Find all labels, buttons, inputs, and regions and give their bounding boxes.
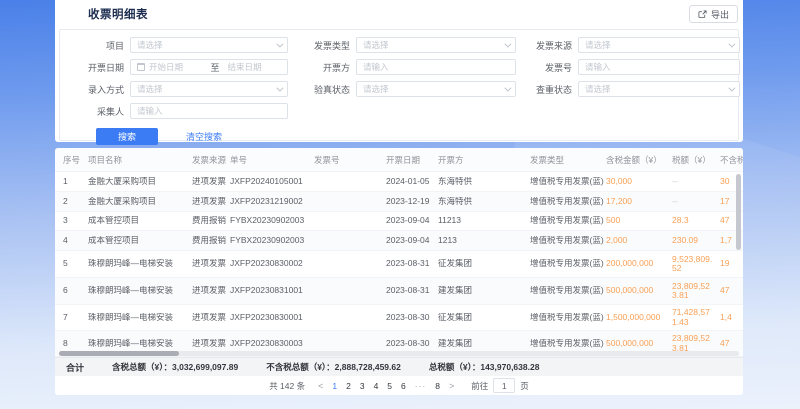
- summary-excl-tax: 不含税总额（¥）：2,888,728,459.62: [266, 361, 401, 373]
- prev-page-button[interactable]: <: [318, 381, 323, 391]
- search-button[interactable]: 搜索: [96, 128, 158, 145]
- summary-row: 合计 含税总额（¥）：3,032,699,097.89 不含税总额（¥）：2,8…: [55, 357, 743, 376]
- export-icon: [698, 10, 707, 19]
- header-issuer: 开票方: [438, 154, 530, 166]
- invoice-type-label: 发票类型: [292, 39, 350, 52]
- title-bar: 收票明细表 导出: [55, 0, 743, 28]
- invoice-date-range-picker[interactable]: 开始日期 至 结束日期: [130, 59, 288, 75]
- verify-status-select[interactable]: 请选择: [356, 81, 516, 97]
- horizontal-scrollbar-thumb[interactable]: [59, 351, 179, 356]
- chevron-down-icon: [276, 40, 283, 47]
- page-number-3[interactable]: 3: [360, 381, 365, 391]
- issuer-label: 开票方: [292, 61, 350, 74]
- dup-status-label: 查重状态: [520, 83, 572, 96]
- table-row[interactable]: 4 成本管控项目 费用报销 FYBX20230902003 2023-09-04…: [55, 231, 743, 251]
- invoice-source-label: 发票来源: [520, 39, 572, 52]
- page-number-4[interactable]: 4: [374, 381, 379, 391]
- chevron-down-icon: [728, 84, 735, 91]
- header-tax: 税额（¥）: [672, 154, 720, 166]
- invoice-type-select[interactable]: 请选择: [356, 37, 516, 53]
- summary-total-tax: 总税额（¥）：143,970,638.28: [429, 361, 540, 373]
- page-number-6[interactable]: 6: [401, 381, 406, 391]
- export-label: 导出: [711, 8, 729, 21]
- header-invoice-no: 发票号: [314, 154, 386, 166]
- table-row[interactable]: 2 金融大厦采购项目 进项发票 JXFP20231219002 2023-12-…: [55, 192, 743, 212]
- chevron-down-icon: [276, 84, 283, 91]
- page-jump: 前往 页: [471, 378, 529, 393]
- invoice-date-label: 开票日期: [62, 61, 124, 74]
- issuer-input[interactable]: [356, 59, 516, 75]
- page-number-5[interactable]: 5: [387, 381, 392, 391]
- dup-status-select[interactable]: 请选择: [578, 81, 740, 97]
- verify-status-label: 验真状态: [292, 83, 350, 96]
- header-and-filter-panel: 收票明细表 导出 项目 请选择 发票类型 请选择 发票来源 请选择: [55, 0, 743, 142]
- calendar-icon: [137, 63, 145, 71]
- table-header-row: 序号 项目名称 发票来源 单号 发票号 开票日期 开票方 发票类型 含税金额（¥…: [55, 148, 743, 172]
- page-number-8[interactable]: 8: [435, 381, 440, 391]
- collector-label: 采集人: [62, 105, 124, 118]
- chevron-down-icon: [504, 40, 511, 47]
- page-number-1[interactable]: 1: [332, 381, 337, 391]
- chevron-down-icon: [728, 40, 735, 47]
- table-row[interactable]: 1 金融大厦采购项目 进项发票 JXFP20240105001 2024-01-…: [55, 172, 743, 192]
- invoice-no-input[interactable]: [578, 59, 740, 75]
- vertical-scrollbar[interactable]: [736, 174, 741, 250]
- filter-panel: 项目 请选择 发票类型 请选择 发票来源 请选择 开票日期 开始日期 至: [59, 29, 739, 141]
- table-row[interactable]: 6 珠穆朗玛峰—电梯安装 进项发票 JXFP20230831001 2023-0…: [55, 278, 743, 305]
- table-row[interactable]: 3 成本管控项目 费用报销 FYBX20230902003 2023-09-04…: [55, 212, 743, 231]
- invoice-no-label: 发票号: [520, 61, 572, 74]
- header-idx: 序号: [63, 154, 88, 166]
- invoice-table-panel: 序号 项目名称 发票来源 单号 发票号 开票日期 开票方 发票类型 含税金额（¥…: [55, 148, 743, 395]
- date-range-separator: 至: [203, 61, 228, 74]
- summary-incl-tax: 含税总额（¥）：3,032,699,097.89: [112, 361, 238, 373]
- pagination-ellipsis[interactable]: ···: [415, 381, 427, 391]
- header-date: 开票日期: [386, 154, 438, 166]
- chevron-down-icon: [504, 84, 511, 91]
- page-number-2[interactable]: 2: [346, 381, 351, 391]
- entry-method-label: 录入方式: [62, 83, 124, 96]
- pagination: 共 142 条 < 1 2 3 4 5 6 ··· 8 > 前往 页: [55, 376, 743, 395]
- table-row[interactable]: 5 珠穆朗玛峰—电梯安装 进项发票 JXFP20230830002 2023-0…: [55, 251, 743, 278]
- entry-method-select[interactable]: 请选择: [130, 81, 288, 97]
- header-order: 单号: [230, 154, 314, 166]
- horizontal-scrollbar-track[interactable]: [59, 351, 739, 356]
- clear-search-link[interactable]: 清空搜索: [186, 130, 222, 143]
- next-page-button[interactable]: >: [449, 381, 454, 391]
- page-title: 收票明细表: [88, 6, 148, 22]
- invoice-source-select[interactable]: 请选择: [578, 37, 740, 53]
- header-source: 发票来源: [192, 154, 230, 166]
- header-name: 项目名称: [88, 154, 192, 166]
- collector-input[interactable]: [130, 103, 288, 119]
- header-amount: 含税金额（¥）: [606, 154, 672, 166]
- page-jump-input[interactable]: [493, 378, 515, 393]
- pagination-total: 共 142 条: [269, 380, 305, 392]
- table-row[interactable]: 7 珠穆朗玛峰—电梯安装 进项发票 JXFP20230830001 2023-0…: [55, 305, 743, 331]
- header-type: 发票类型: [530, 154, 606, 166]
- summary-label: 合计: [66, 361, 84, 374]
- header-excl: 不含税金额（¥）: [720, 154, 743, 166]
- export-button[interactable]: 导出: [689, 5, 738, 23]
- project-select[interactable]: 请选择: [130, 37, 288, 53]
- project-label: 项目: [62, 39, 124, 52]
